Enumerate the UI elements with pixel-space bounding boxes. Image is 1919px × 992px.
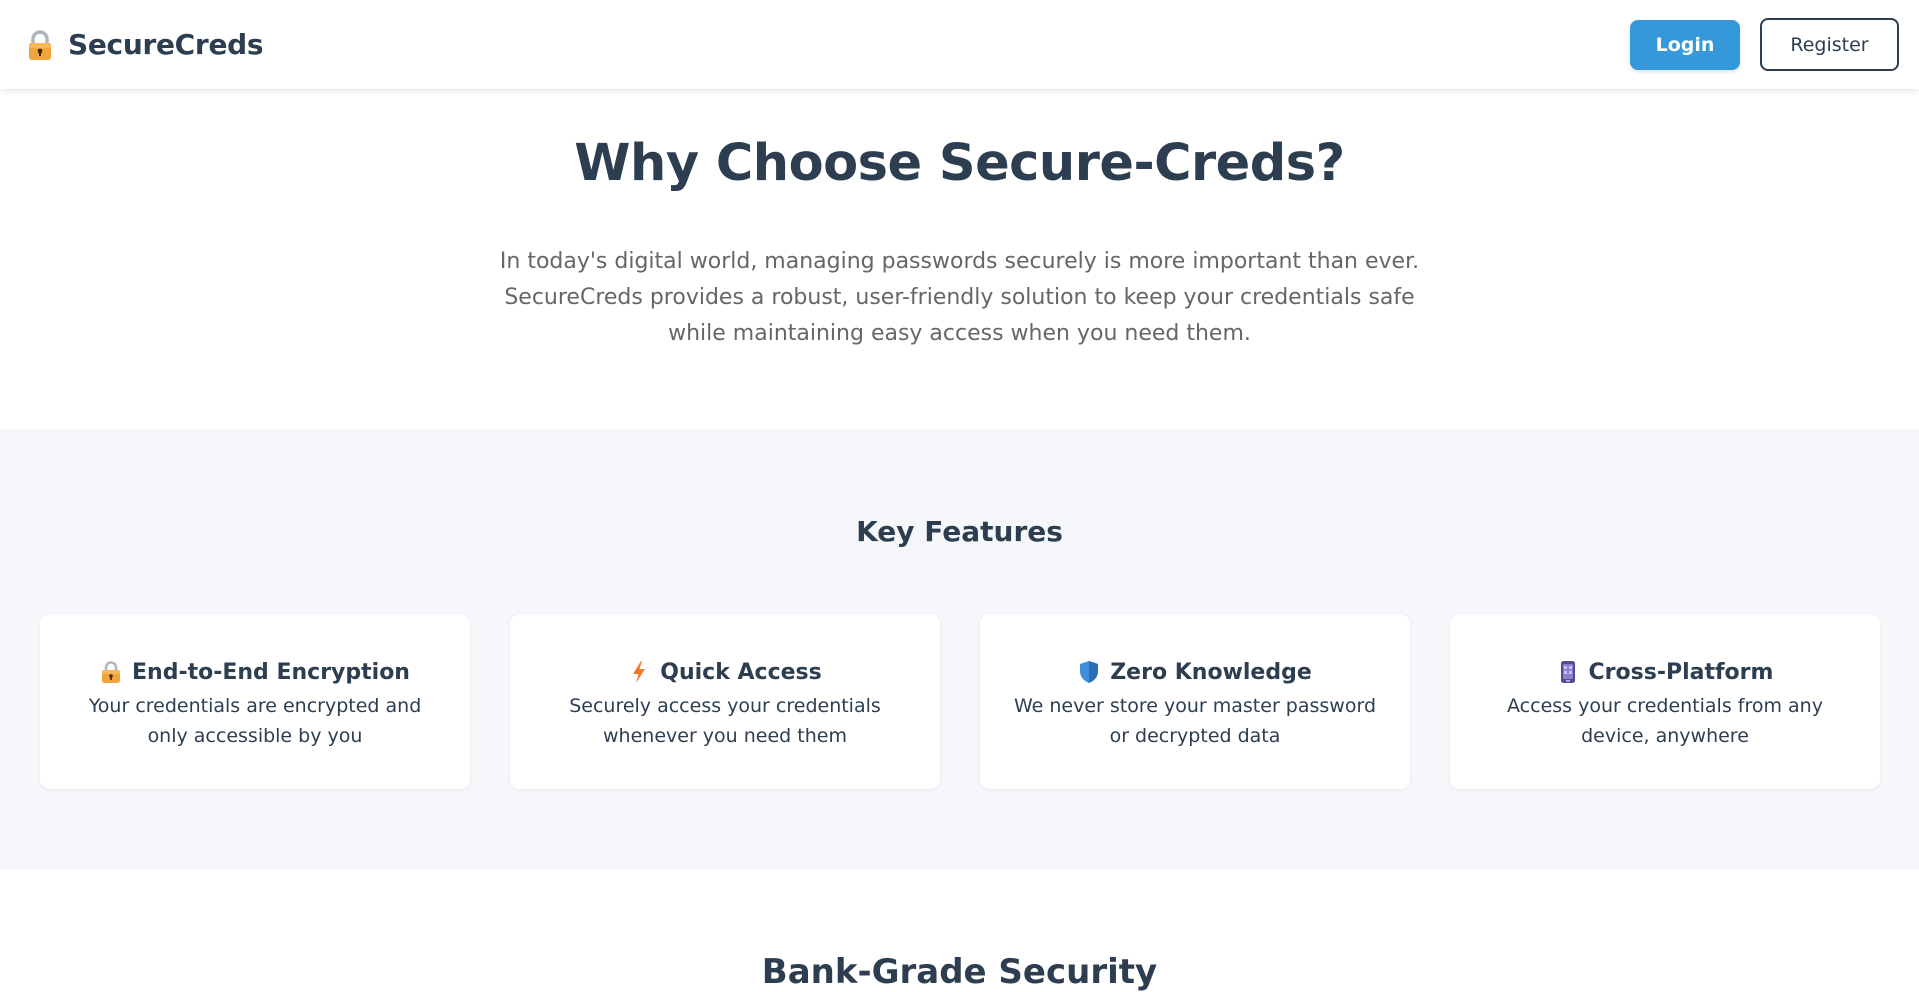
feature-description: Your credentials are encrypted and only …	[88, 695, 422, 747]
mobile-phone-icon	[1557, 660, 1579, 684]
nav-actions: Login Register	[1630, 18, 1899, 71]
feature-cards: End-to-End Encryption Your credentials a…	[40, 614, 1880, 789]
feature-description: Securely access your credentials wheneve…	[569, 695, 881, 747]
login-button[interactable]: Login	[1630, 19, 1740, 70]
lock-icon	[100, 660, 122, 684]
feature-card-cross-platform: Cross-Platform Access your credentials f…	[1450, 614, 1880, 789]
feature-card-encryption: End-to-End Encryption Your credentials a…	[40, 614, 470, 789]
hero-description: In today's digital world, managing passw…	[499, 249, 1420, 346]
feature-card-zero-knowledge: Zero Knowledge We never store your maste…	[980, 614, 1410, 789]
feature-description: Access your credentials from any device,…	[1507, 695, 1823, 747]
security-section-title: Bank-Grade Security	[761, 952, 1158, 992]
feature-title-row: End-to-End Encryption	[40, 657, 470, 687]
security-section: Bank-Grade Security	[0, 869, 1919, 992]
feature-title: Cross-Platform	[1588, 659, 1774, 685]
hero-title: Why Choose Secure-Creds?	[574, 134, 1345, 193]
hero-section: Why Choose Secure-Creds? In today's digi…	[0, 89, 1919, 429]
feature-title: End-to-End Encryption	[132, 659, 410, 685]
feature-card-quick-access: Quick Access Securely access your creden…	[510, 614, 940, 789]
feature-title-row: Cross-Platform	[1450, 657, 1880, 687]
register-button[interactable]: Register	[1760, 18, 1899, 71]
lightning-icon	[628, 660, 650, 684]
feature-title: Quick Access	[660, 659, 822, 685]
lock-icon	[24, 29, 56, 61]
features-section: Key Features End-to-End Encryption Your …	[0, 429, 1919, 869]
features-heading: Key Features	[856, 515, 1063, 548]
feature-title: Zero Knowledge	[1110, 659, 1312, 685]
top-navbar: SecureCreds Login Register	[0, 0, 1919, 89]
feature-title-row: Quick Access	[510, 657, 940, 687]
brand[interactable]: SecureCreds	[24, 28, 264, 61]
feature-description: We never store your master password or d…	[1013, 695, 1377, 747]
shield-icon	[1078, 660, 1100, 684]
feature-title-row: Zero Knowledge	[980, 657, 1410, 687]
brand-name: SecureCreds	[68, 28, 264, 61]
